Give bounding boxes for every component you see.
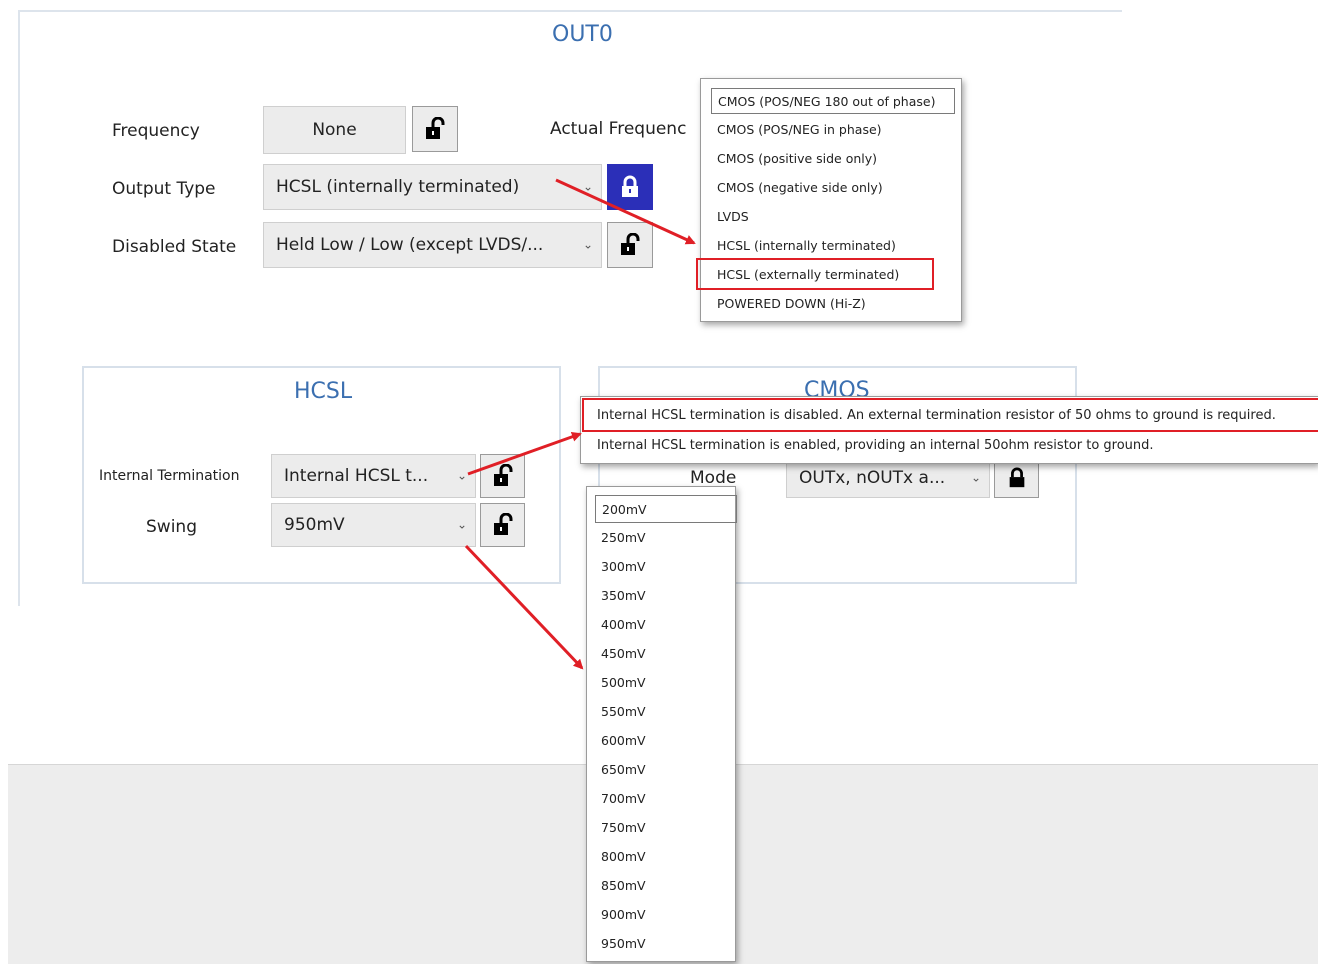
arrow-output-type [555, 178, 696, 245]
arrow-termination [467, 431, 582, 476]
annotation-arrows [464, 178, 696, 670]
arrow-swing [464, 544, 584, 670]
